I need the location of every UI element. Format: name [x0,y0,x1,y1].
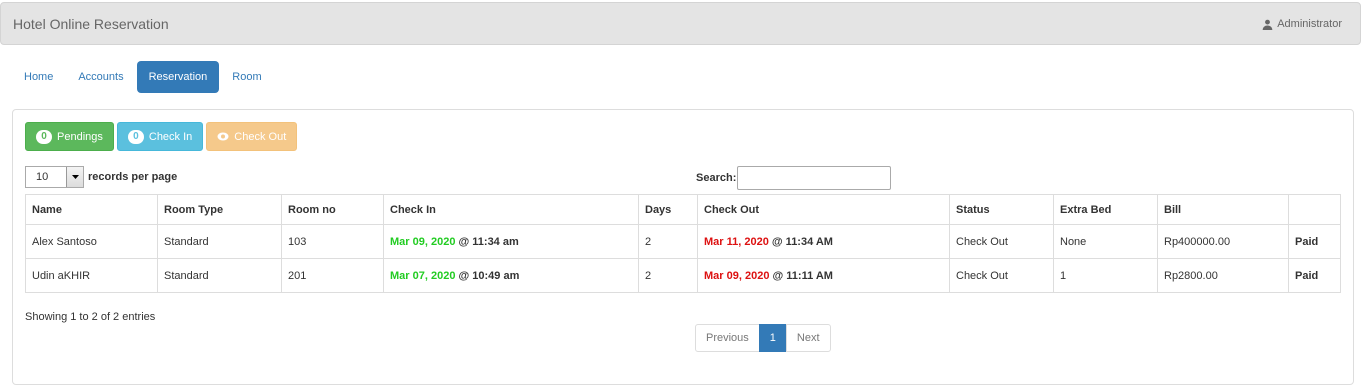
navbar: Hotel Online Reservation Administrator [0,2,1361,45]
check-out-date: Mar 09, 2020 [704,269,770,282]
cell-check-in: Mar 07, 2020 @ 10:49 am [383,258,639,293]
checkin-count-badge: 0 [127,129,144,144]
cell-name: Udin aKHIR [25,258,158,293]
cell-name: Alex Santoso [25,224,158,259]
cell-room-type: Standard [157,258,282,293]
nav-room[interactable]: Room [220,61,273,93]
check-out-date: Mar 11, 2020 [704,235,769,248]
cell-extra-bed: 1 [1053,258,1158,293]
nav-home[interactable]: Home [12,61,65,93]
cell-extra-bed: None [1053,224,1158,259]
checkin-button[interactable]: 0 Check In [116,122,204,151]
checkout-label: Check Out [234,130,287,143]
cell-days: 2 [638,258,698,293]
records-per-page-value: 10 [36,171,49,183]
records-per-page: 10 records per page [25,166,177,188]
checkin-label: Check In [148,130,193,143]
col-days-header[interactable]: Days [638,194,698,225]
dropdown-arrow[interactable] [66,167,83,187]
pendings-label: Pendings [57,130,103,143]
reservation-panel: 0 Pendings 0 Check In Check Out 10 recor… [12,109,1354,385]
check-out-time: @ 11:11 AM [769,269,833,282]
cell-status: Check Out [949,224,1054,259]
col-extra-bed-header[interactable]: Extra Bed [1053,194,1158,225]
cell-room-no: 201 [281,258,384,293]
checkout-button[interactable]: Check Out [206,122,298,151]
cell-room-type: Standard [157,224,282,259]
cell-check-out: Mar 09, 2020 @ 11:11 AM [697,258,950,293]
search-label: Search: [696,172,737,184]
table-info: Showing 1 to 2 of 2 entries [25,311,156,323]
pendings-count-badge: 0 [36,129,52,144]
cell-bill: Rp2800.00 [1157,258,1289,293]
user-icon [1262,19,1273,30]
col-check-in-header[interactable]: Check In [383,194,639,225]
table-row: Alex Santoso Standard 103 Mar 09, 2020 @… [25,224,1341,259]
cell-check-in: Mar 09, 2020 @ 11:34 am [383,224,639,259]
cell-status: Check Out [949,258,1054,293]
col-room-type-header[interactable]: Room Type [157,194,282,225]
check-in-date: Mar 09, 2020 [390,235,456,248]
main-nav: Home Accounts Reservation Room [12,61,275,93]
cell-payment-status: Paid [1288,258,1341,293]
search-box: Search: [696,166,892,190]
cell-bill: Rp400000.00 [1157,224,1289,259]
reservation-table: Name Room Type Room no Check In Days Che… [25,194,1341,293]
cell-payment-status: Paid [1288,224,1341,259]
check-in-time: @ 10:49 am [455,269,520,282]
col-payment-header [1288,194,1341,225]
col-bill-header[interactable]: Bill [1157,194,1289,225]
table-header-row: Name Room Type Room no Check In Days Che… [25,194,1341,225]
previous-page-button[interactable]: Previous [695,324,760,352]
chevron-down-icon [71,175,79,179]
table-row: Udin aKHIR Standard 201 Mar 07, 2020 @ 1… [25,258,1341,293]
eye-icon [217,132,229,141]
cell-check-out: Mar 11, 2020 @ 11:34 AM [697,224,950,259]
col-status-header[interactable]: Status [949,194,1054,225]
nav-reservation[interactable]: Reservation [136,61,220,93]
nav-accounts[interactable]: Accounts [66,61,135,93]
pendings-button[interactable]: 0 Pendings [25,122,114,151]
user-menu[interactable]: Administrator [1262,18,1342,30]
check-in-time: @ 11:34 am [455,235,519,248]
col-room-no-header[interactable]: Room no [281,194,384,225]
next-page-button[interactable]: Next [785,324,831,352]
cell-days: 2 [638,224,698,259]
search-input[interactable] [737,166,892,190]
user-name: Administrator [1277,18,1342,30]
col-name-header[interactable]: Name [25,194,158,225]
pagination: Previous 1 Next [695,324,831,352]
page-1-button[interactable]: 1 [758,324,787,352]
col-check-out-header[interactable]: Check Out [697,194,950,225]
records-per-page-select[interactable]: 10 [25,166,84,188]
check-out-time: @ 11:34 AM [768,235,833,248]
app-title[interactable]: Hotel Online Reservation [13,16,169,32]
cell-room-no: 103 [281,224,384,259]
check-in-date: Mar 07, 2020 [390,269,456,282]
records-per-page-label: records per page [88,171,178,183]
status-buttons: 0 Pendings 0 Check In Check Out [25,122,298,151]
